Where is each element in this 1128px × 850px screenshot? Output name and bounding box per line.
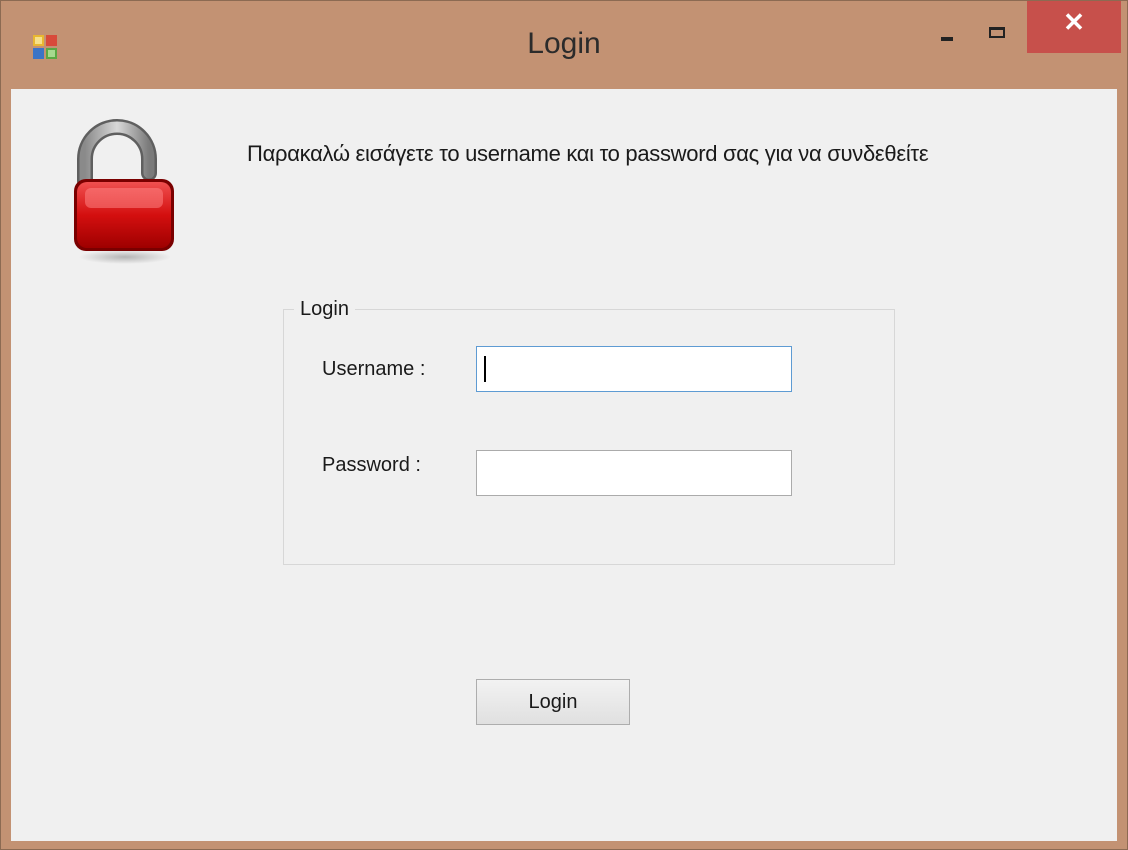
maximize-button[interactable] [973,1,1025,53]
maximize-icon [989,27,1005,38]
instruction-text: Παρακαλώ εισάγετε το username και το pas… [247,141,929,166]
close-button[interactable]: ✕ [1027,1,1121,53]
login-window: Login ✕ Παρακαλώ εισάγετε το username κα… [0,0,1128,850]
minimize-button[interactable] [915,1,979,53]
username-input[interactable] [476,346,792,392]
password-input[interactable] [476,450,792,496]
groupbox-legend: Login [294,298,355,321]
username-label: Username : [322,358,426,380]
title-bar[interactable]: Login ✕ [1,1,1127,89]
text-caret [484,356,486,382]
unlocked-padlock-icon [71,115,179,265]
close-icon: ✕ [1063,7,1085,37]
form-client-area: Παρακαλώ εισάγετε το username και το pas… [11,89,1117,841]
minimize-icon [941,37,953,41]
login-button[interactable]: Login [476,679,630,725]
login-groupbox: Login Username : Password : [283,298,895,565]
password-label: Password : [322,454,421,476]
